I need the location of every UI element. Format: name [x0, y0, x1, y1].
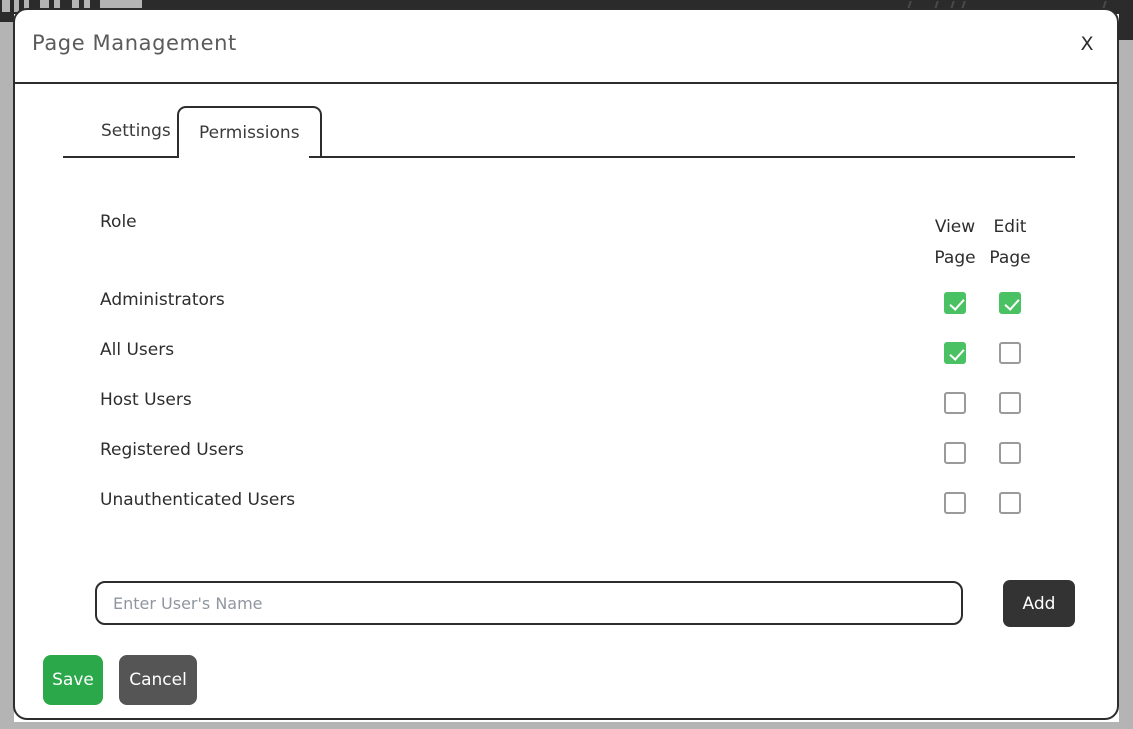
edit-page-checkbox[interactable] — [999, 292, 1021, 314]
tab-settings[interactable]: Settings — [81, 106, 191, 156]
column-header-edit-line2: Page — [989, 248, 1031, 268]
view-page-cell — [929, 392, 981, 414]
edit-page-cell — [984, 492, 1036, 514]
role-label: Unauthenticated Users — [100, 490, 296, 510]
role-label: Administrators — [100, 290, 225, 310]
column-header-role: Role — [100, 212, 137, 232]
close-icon[interactable]: X — [1073, 30, 1101, 58]
view-page-cell — [929, 342, 981, 364]
view-page-checkbox[interactable] — [944, 392, 966, 414]
edit-page-checkbox[interactable] — [999, 342, 1021, 364]
table-row: Administrators — [100, 278, 1075, 328]
tab-bar: Settings Permissions — [63, 106, 1075, 160]
user-name-input[interactable] — [95, 581, 963, 625]
save-button[interactable]: Save — [43, 655, 103, 705]
view-page-checkbox[interactable] — [944, 442, 966, 464]
edit-page-cell — [984, 392, 1036, 414]
dialog-header: Page Management X — [15, 10, 1117, 84]
cancel-button[interactable]: Cancel — [119, 655, 197, 705]
add-user-row: Add — [95, 570, 1075, 636]
role-label: All Users — [100, 340, 175, 360]
view-page-checkbox[interactable] — [944, 292, 966, 314]
edit-page-cell — [984, 442, 1036, 464]
view-page-checkbox[interactable] — [944, 492, 966, 514]
view-page-checkbox[interactable] — [944, 342, 966, 364]
edit-page-checkbox[interactable] — [999, 392, 1021, 414]
edit-page-cell — [984, 292, 1036, 314]
role-label: Host Users — [100, 390, 192, 410]
tab-active-notch — [179, 156, 309, 158]
edit-page-checkbox[interactable] — [999, 442, 1021, 464]
background-menu-item — [2, 0, 10, 12]
permissions-table: Role View Page Edit Page Administrators … — [100, 200, 1075, 528]
view-page-cell — [929, 292, 981, 314]
background-right-scrollbar[interactable] — [1119, 40, 1133, 729]
background-right-dark-edge — [1119, 0, 1133, 40]
table-row: Registered Users — [100, 428, 1075, 478]
column-header-view-page: View Page — [929, 212, 981, 274]
column-header-edit-page: Edit Page — [984, 212, 1036, 274]
edit-page-cell — [984, 342, 1036, 364]
view-page-cell — [929, 442, 981, 464]
background-left-scrollbar[interactable] — [0, 22, 14, 729]
column-header-view-line1: View — [934, 217, 976, 237]
table-header-row: Role View Page Edit Page — [100, 200, 1075, 278]
view-page-cell — [929, 492, 981, 514]
column-header-edit-line1: Edit — [993, 217, 1027, 237]
column-header-view-line2: Page — [934, 248, 976, 268]
add-user-button[interactable]: Add — [1003, 580, 1075, 627]
table-row: Unauthenticated Users — [100, 478, 1075, 528]
role-label: Registered Users — [100, 440, 244, 460]
page-title: Page Management — [32, 31, 237, 55]
edit-page-checkbox[interactable] — [999, 492, 1021, 514]
page-management-dialog: Page Management X Settings Permissions R… — [13, 8, 1119, 720]
tab-permissions[interactable]: Permissions — [177, 106, 322, 156]
table-row: All Users — [100, 328, 1075, 378]
dialog-footer: Save Cancel — [29, 655, 329, 715]
background-bottom-scrollbar[interactable] — [0, 722, 1133, 729]
table-row: Host Users — [100, 378, 1075, 428]
